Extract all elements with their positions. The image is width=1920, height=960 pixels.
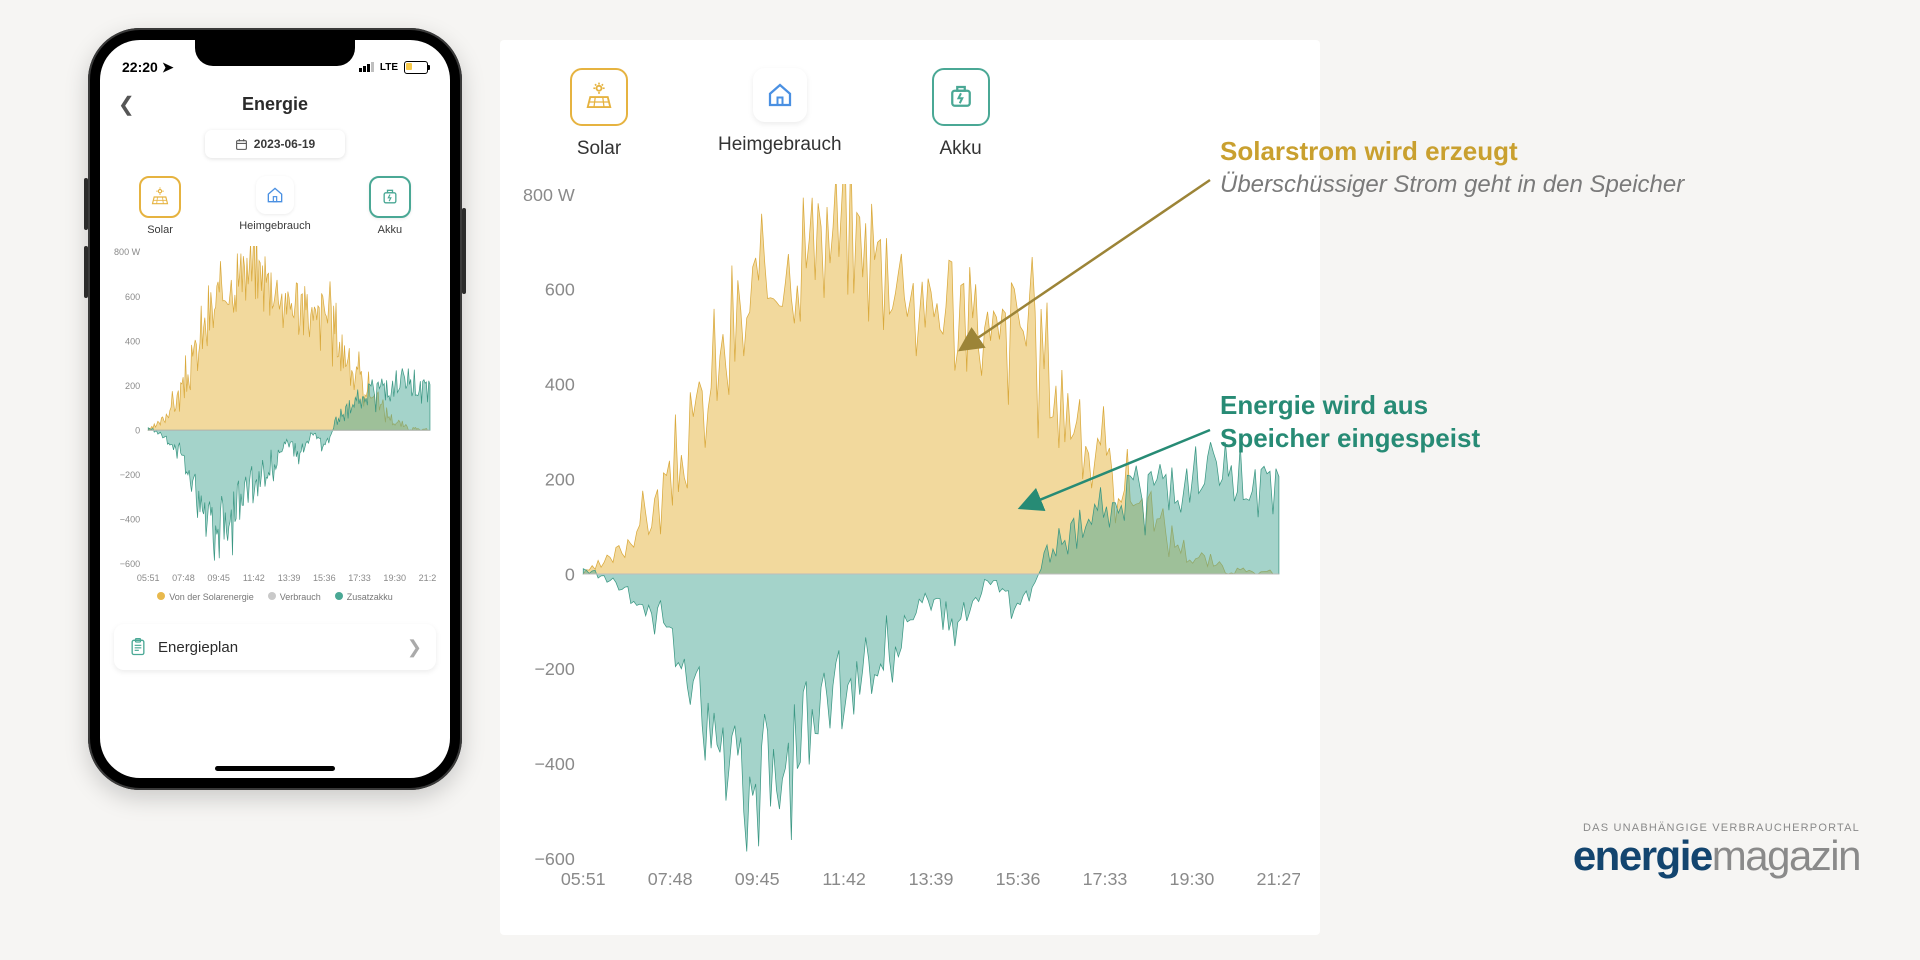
date-picker[interactable]: 2023-06-19 [205, 130, 345, 158]
svg-text:07:48: 07:48 [172, 573, 195, 583]
svg-text:15:36: 15:36 [313, 573, 336, 583]
tab-solar-label: Solar [147, 224, 173, 236]
tab-solar[interactable]: Solar [139, 176, 181, 236]
svg-text:0: 0 [135, 425, 140, 435]
status-time: 22:20 [122, 59, 158, 75]
page-title: Energie [242, 94, 308, 115]
svg-text:−200: −200 [120, 470, 140, 480]
plan-label: Energieplan [158, 639, 238, 656]
svg-text:17:33: 17:33 [1083, 869, 1128, 889]
svg-text:17:33: 17:33 [348, 573, 371, 583]
brand-light: magazin [1712, 832, 1860, 879]
legend-zusatz: Zusatzakku [347, 592, 393, 602]
home-icon [265, 185, 285, 205]
svg-text:600: 600 [545, 280, 575, 300]
phone-mockup: 22:20 ➤ LTE ❮ Energie 2023-06-19 Solar [88, 28, 462, 790]
big-tab-heim-label: Heimgebrauch [718, 134, 842, 156]
svg-text:−400: −400 [120, 515, 140, 525]
annotation-battery: Energie wird aus Speicher eingespeist [1220, 390, 1480, 456]
svg-text:09:45: 09:45 [735, 869, 780, 889]
svg-text:13:39: 13:39 [278, 573, 301, 583]
svg-text:−600: −600 [534, 849, 574, 869]
svg-text:11:42: 11:42 [243, 573, 265, 583]
legend-verbrauch: Verbrauch [280, 592, 321, 602]
mini-energy-chart: −600 −400 −200 0 200 400 600 800 W 05:51 07:48 09:… [114, 246, 436, 588]
battery-icon [404, 61, 428, 74]
battery-icon [380, 187, 400, 207]
svg-text:07:48: 07:48 [648, 869, 693, 889]
date-value: 2023-06-19 [254, 137, 315, 151]
big-tab-akku[interactable]: Akku [932, 68, 990, 160]
energieplan-button[interactable]: Energieplan ❯ [114, 624, 436, 670]
svg-text:05:51: 05:51 [561, 869, 606, 889]
home-icon [765, 80, 795, 110]
svg-text:200: 200 [125, 381, 140, 391]
brand-logo: DAS UNABHÄNGIGE VERBRAUCHERPORTAL energi… [1573, 822, 1860, 880]
svg-text:21:27: 21:27 [419, 573, 436, 583]
big-tab-heimgebrauch[interactable]: Heimgebrauch [718, 68, 842, 160]
annotation-solar-head: Solarstrom wird erzeugt [1220, 136, 1684, 167]
signal-icon [359, 62, 374, 72]
svg-text:19:30: 19:30 [383, 573, 406, 583]
svg-text:−600: −600 [120, 559, 140, 569]
solar-panel-icon [150, 187, 170, 207]
svg-text:200: 200 [545, 469, 575, 489]
network-label: LTE [380, 62, 398, 73]
legend-solar: Von der Solarenergie [169, 592, 254, 602]
big-tab-solar[interactable]: Solar [570, 68, 628, 160]
svg-text:400: 400 [545, 375, 575, 395]
svg-text:19:30: 19:30 [1170, 869, 1215, 889]
svg-text:800 W: 800 W [523, 185, 575, 205]
chevron-right-icon: ❯ [407, 637, 422, 658]
svg-text:09:45: 09:45 [207, 573, 230, 583]
calendar-icon [235, 138, 248, 151]
clipboard-icon [128, 637, 148, 657]
big-energy-chart: −600 −400 −200 0 200 400 600 800 W 05:51 07:48 09:… [520, 184, 1300, 901]
battery-icon [946, 82, 976, 112]
svg-text:−400: −400 [534, 754, 574, 774]
svg-text:11:42: 11:42 [822, 869, 866, 889]
big-tab-akku-label: Akku [939, 138, 981, 160]
annotation-solar: Solarstrom wird erzeugt Überschüssiger S… [1220, 136, 1684, 201]
tab-heim-label: Heimgebrauch [239, 220, 311, 232]
svg-text:400: 400 [125, 336, 140, 346]
svg-text:13:39: 13:39 [909, 869, 954, 889]
annotation-battery-head: Energie wird aus [1220, 390, 1480, 421]
svg-text:600: 600 [125, 292, 140, 302]
brand-bold: energie [1573, 832, 1712, 879]
tab-akku-label: Akku [378, 224, 402, 236]
tab-heimgebrauch[interactable]: Heimgebrauch [239, 176, 311, 236]
annotation-battery-sub: Speicher eingespeist [1220, 423, 1480, 454]
svg-text:15:36: 15:36 [996, 869, 1041, 889]
svg-text:21:27: 21:27 [1257, 869, 1300, 889]
main-panel: Solar Heimgebrauch Akku −600 −400 −200 0 200… [500, 40, 1320, 935]
solar-panel-icon [584, 82, 614, 112]
annotation-solar-sub: Überschüssiger Strom geht in den Speiche… [1220, 169, 1684, 201]
back-button[interactable]: ❮ [118, 92, 135, 117]
svg-text:−200: −200 [534, 659, 574, 679]
big-tab-solar-label: Solar [577, 138, 621, 160]
svg-text:0: 0 [565, 564, 575, 584]
svg-text:800 W: 800 W [114, 247, 141, 257]
home-indicator [215, 766, 335, 771]
tab-akku[interactable]: Akku [369, 176, 411, 236]
chart-legend: Von der Solarenergie Verbrauch Zusatzakk… [100, 588, 450, 612]
svg-text:05:51: 05:51 [137, 573, 160, 583]
